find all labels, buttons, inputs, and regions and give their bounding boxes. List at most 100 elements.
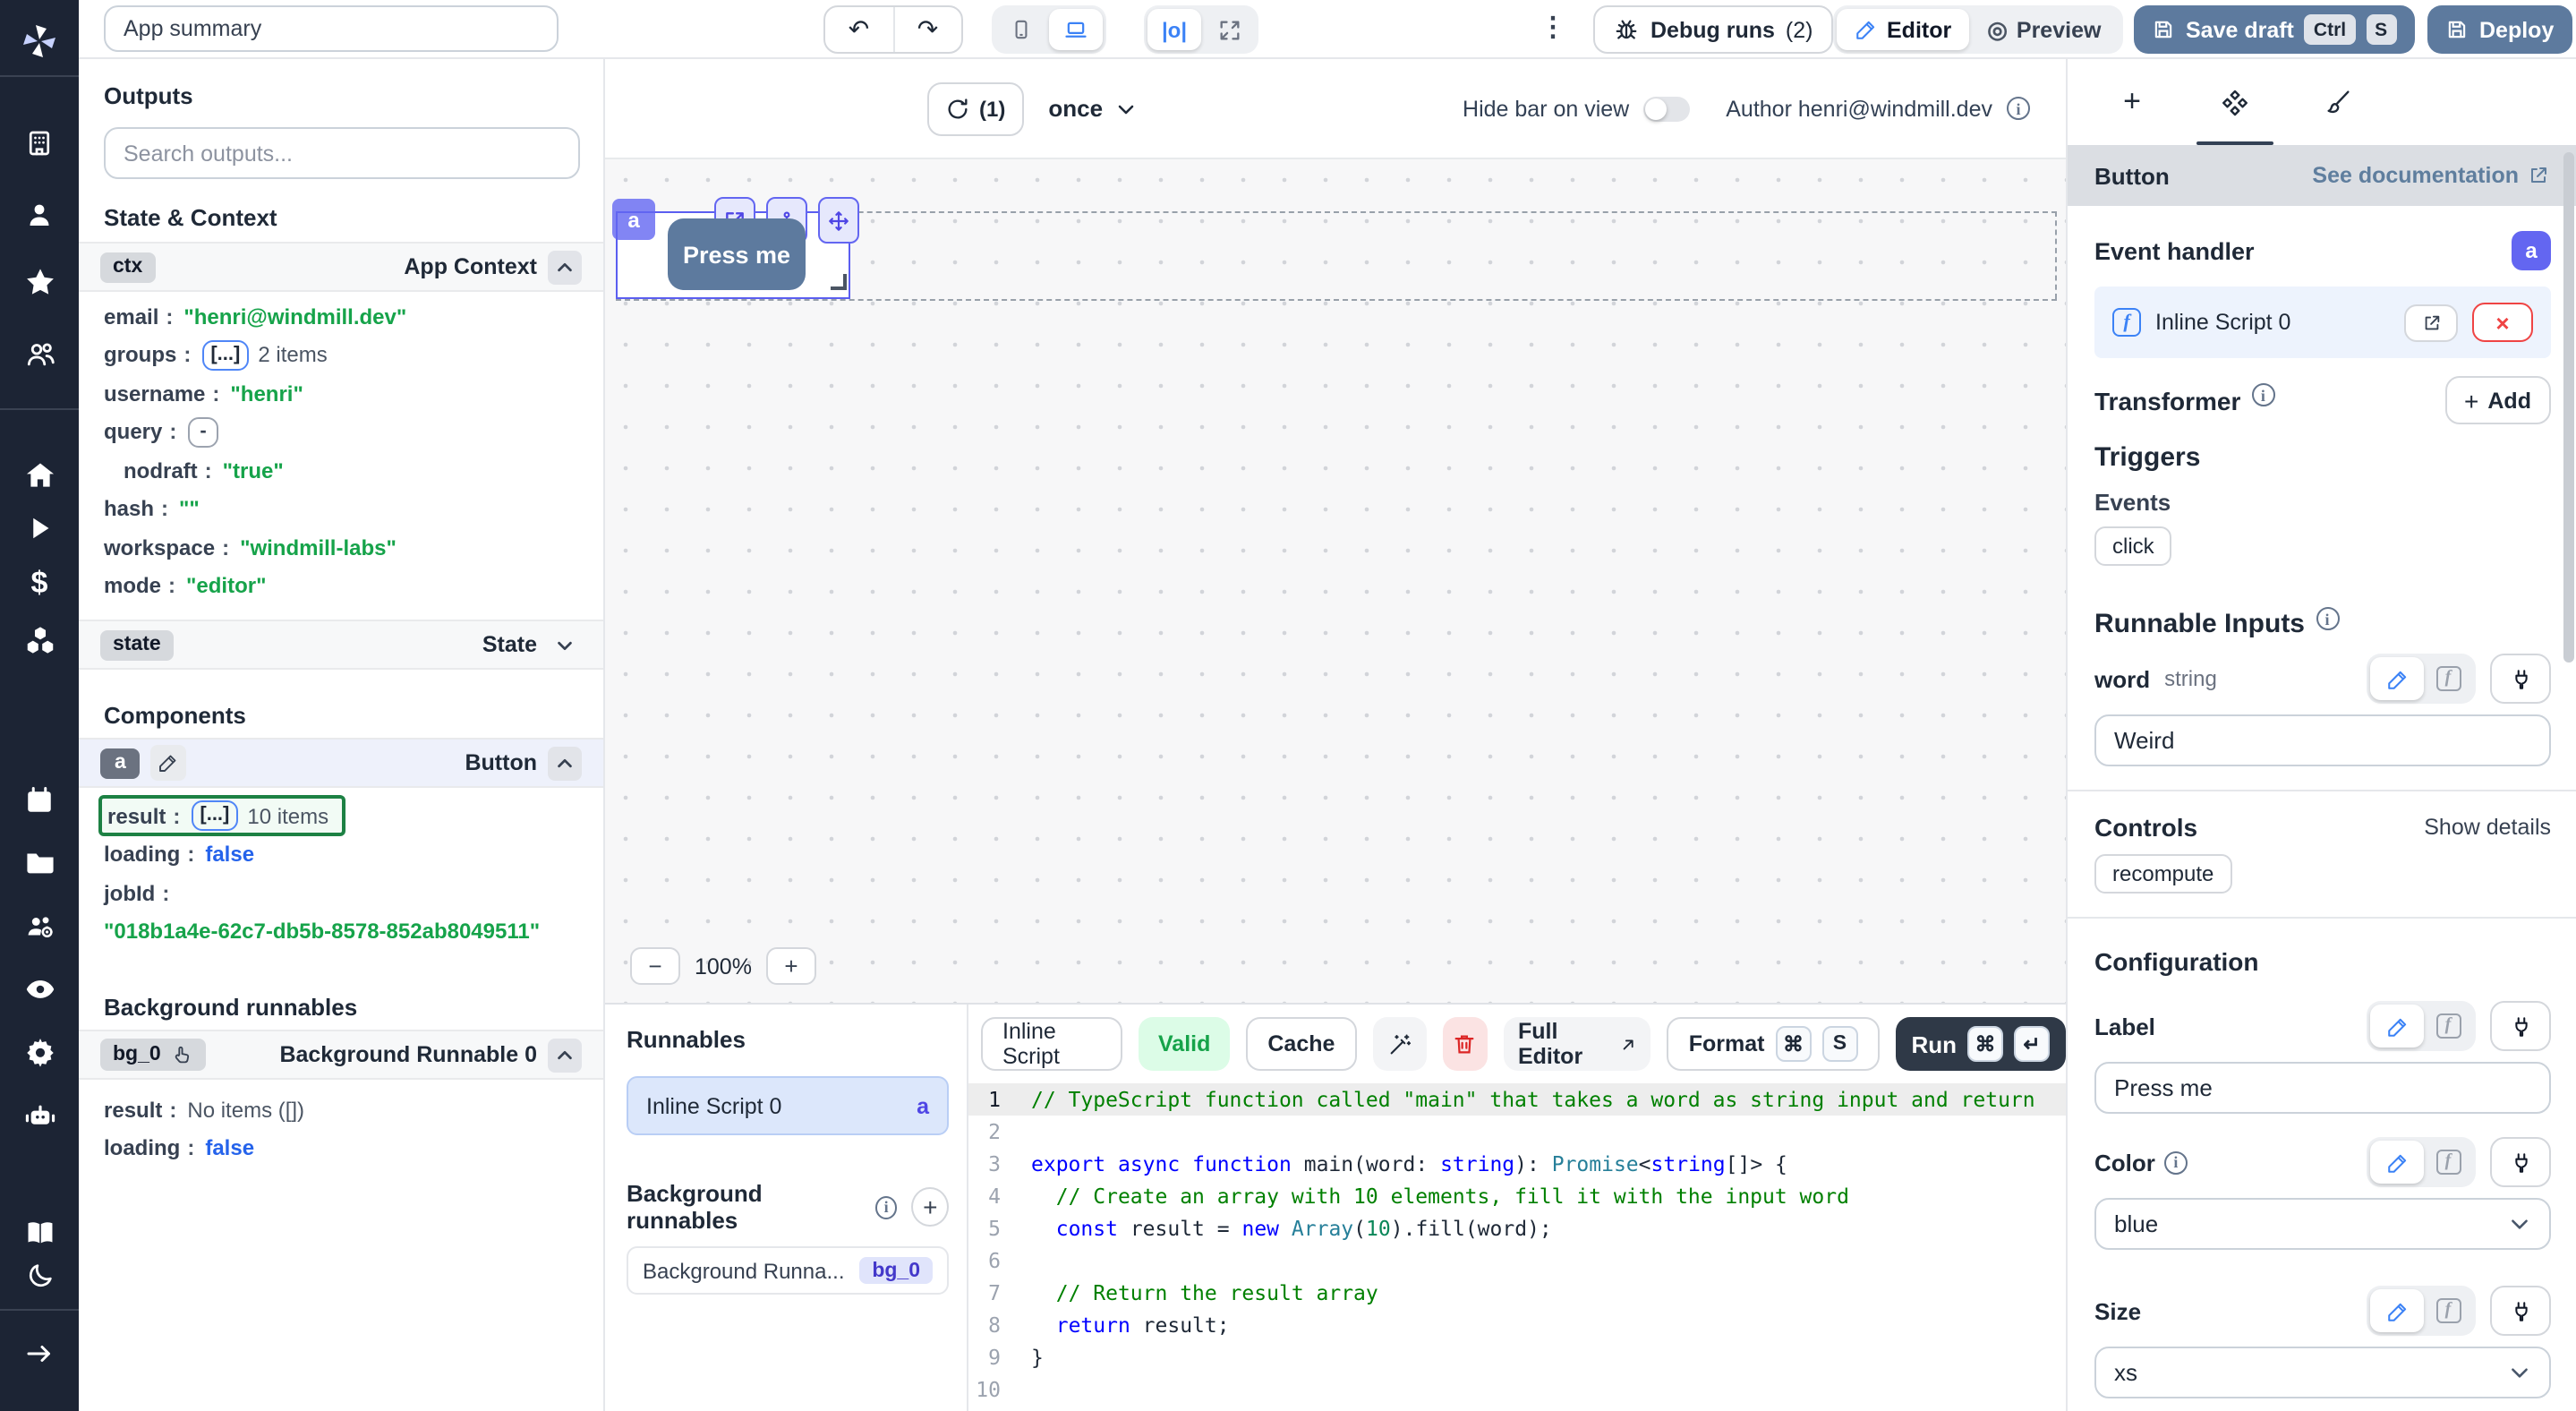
info-icon[interactable]: i — [2251, 383, 2274, 406]
color-select[interactable]: blue — [2094, 1198, 2551, 1250]
info-icon[interactable]: i — [2164, 1150, 2188, 1174]
open-script-button[interactable] — [2404, 304, 2458, 341]
panel-scrollbar[interactable] — [2563, 152, 2574, 663]
output-row[interactable]: loading:false — [104, 1129, 578, 1167]
static-input-pencil-button[interactable] — [2370, 1141, 2424, 1184]
show-details-link[interactable]: Show details — [2424, 815, 2551, 840]
move-handle-icon[interactable] — [818, 197, 859, 244]
state-section-row[interactable]: state State — [79, 620, 603, 670]
event-click-pill[interactable]: click — [2094, 526, 2172, 566]
desktop-view-button[interactable] — [1049, 9, 1103, 50]
sidebar-item-schedules-calendar-icon[interactable] — [0, 777, 79, 824]
windmill-logo-icon[interactable] — [0, 18, 79, 64]
run-button[interactable]: Run ⌘ ↵ — [1895, 1017, 2066, 1071]
search-outputs-input[interactable] — [104, 127, 580, 179]
javascript-input-button[interactable]: f — [2424, 1141, 2472, 1184]
cache-button[interactable]: Cache — [1246, 1017, 1356, 1071]
full-editor-button[interactable]: Full Editor — [1504, 1017, 1651, 1071]
output-row[interactable]: jobId: — [104, 874, 578, 912]
refresh-button[interactable]: (1) — [927, 81, 1023, 135]
connect-input-plug-button[interactable] — [2490, 1001, 2551, 1051]
sidebar-item-users-group-icon[interactable] — [0, 329, 79, 376]
size-select[interactable]: xs — [2094, 1347, 2551, 1398]
output-row-value[interactable]: "018b1a4e-62c7-db5b-8578-852ab8049511" — [104, 912, 578, 951]
word-value-input[interactable] — [2094, 714, 2551, 766]
sidebar-item-audit-eye-icon[interactable] — [0, 965, 79, 1012]
static-input-pencil-button[interactable] — [2370, 1289, 2424, 1332]
javascript-input-button[interactable]: f — [2424, 1005, 2472, 1048]
kebab-menu-icon[interactable]: ⋮ — [1540, 11, 1566, 47]
collapse-up-icon[interactable] — [548, 1038, 582, 1072]
tab-editor[interactable]: Editor — [1837, 9, 1969, 50]
tab-styling-brush-icon[interactable] — [2299, 59, 2377, 145]
format-button[interactable]: Format ⌘ S — [1668, 1017, 1880, 1071]
code-editor[interactable]: 12345678910 // TypeScript function calle… — [968, 1083, 2066, 1411]
tab-settings-components-icon[interactable] — [2195, 59, 2273, 145]
output-row[interactable]: workspace:"windmill-labs" — [104, 528, 578, 567]
ctx-section-row[interactable]: ctx App Context — [79, 242, 603, 292]
button-component[interactable]: Press me — [668, 218, 806, 290]
sidebar-item-runs-play-icon[interactable] — [0, 505, 79, 552]
static-input-pencil-button[interactable] — [2370, 657, 2424, 700]
debug-runs-button[interactable]: Debug runs(2) — [1593, 5, 1832, 54]
javascript-input-button[interactable]: f — [2424, 657, 2472, 700]
info-icon[interactable]: i — [875, 1195, 898, 1219]
sidebar-item-home-icon[interactable] — [0, 451, 79, 498]
ai-wand-button[interactable] — [1372, 1017, 1426, 1071]
mobile-view-button[interactable] — [995, 9, 1045, 50]
sidebar-item-folders-icon[interactable] — [0, 838, 79, 885]
resize-handle[interactable] — [831, 274, 847, 290]
align-center-button[interactable]: |o| — [1147, 9, 1201, 50]
component-a-section-row[interactable]: a Button — [79, 738, 603, 788]
output-row[interactable]: mode:"editor" — [104, 567, 578, 605]
sidebar-item-settings-gear-icon[interactable] — [0, 1028, 79, 1074]
redo-button[interactable]: ↷ — [892, 7, 961, 52]
app-summary-input[interactable] — [104, 5, 559, 52]
zoom-in-button[interactable]: + — [766, 947, 816, 985]
collapse-up-icon[interactable] — [548, 250, 582, 284]
bg0-section-row[interactable]: bg_0 Background Runnable 0 — [79, 1030, 603, 1080]
edit-id-pencil-icon[interactable] — [151, 745, 187, 781]
sidebar-expand-arrow-icon[interactable] — [0, 1330, 79, 1377]
deploy-button[interactable]: Deploy — [2427, 5, 2572, 54]
language-button[interactable]: Inline Script — [981, 1017, 1122, 1071]
output-row[interactable]: loading:false — [104, 835, 578, 874]
sidebar-item-ai-robot-icon[interactable] — [0, 1092, 79, 1139]
undo-button[interactable]: ↶ — [825, 7, 892, 52]
output-row[interactable]: groups:[...]2 items — [104, 336, 578, 374]
output-row[interactable]: query:- — [104, 413, 578, 451]
tab-insert-plus-icon[interactable]: + — [2093, 59, 2171, 145]
output-row[interactable]: hash:"" — [104, 490, 578, 528]
static-input-pencil-button[interactable] — [2370, 1005, 2424, 1048]
connect-input-plug-button[interactable] — [2490, 654, 2551, 704]
save-draft-button[interactable]: Save draft Ctrl S — [2134, 5, 2414, 54]
add-transformer-button[interactable]: +Add — [2444, 376, 2551, 424]
recompute-pill[interactable]: recompute — [2094, 854, 2231, 894]
event-handler-script-row[interactable]: f Inline Script 0 × — [2094, 286, 2551, 358]
output-row[interactable]: nodraft:"true" — [104, 451, 578, 490]
fullwidth-expand-icon[interactable] — [1205, 9, 1255, 50]
sidebar-item-user-icon[interactable] — [0, 192, 79, 238]
tab-preview[interactable]: ◎ Preview — [1969, 15, 2119, 44]
refresh-mode-dropdown[interactable]: once — [1048, 95, 1137, 122]
delete-script-button[interactable] — [1442, 1017, 1488, 1071]
sidebar-item-groups-admin-icon[interactable] — [0, 902, 79, 949]
output-row[interactable]: result:[...]10 items — [104, 797, 578, 835]
sidebar-item-docs-book-icon[interactable] — [0, 1209, 79, 1255]
add-background-runnable-button[interactable]: + — [911, 1187, 949, 1227]
output-row[interactable]: email:"henri@windmill.dev" — [104, 297, 578, 336]
zoom-out-button[interactable]: − — [630, 947, 680, 985]
output-row[interactable]: result:No items ([]) — [104, 1090, 578, 1129]
javascript-input-button[interactable]: f — [2424, 1289, 2472, 1332]
hide-bar-toggle[interactable] — [1643, 96, 1690, 121]
app-canvas[interactable]: a Press me − 100% + — [605, 159, 2066, 1003]
info-icon[interactable]: i — [2316, 607, 2339, 630]
connect-input-plug-button[interactable] — [2490, 1137, 2551, 1187]
remove-script-button[interactable]: × — [2472, 303, 2533, 342]
connect-input-plug-button[interactable] — [2490, 1286, 2551, 1336]
label-value-input[interactable] — [2094, 1062, 2551, 1114]
runnable-item-inline-script-0[interactable]: Inline Script 0 a — [627, 1076, 949, 1135]
output-row[interactable]: username:"henri" — [104, 374, 578, 413]
runnable-item-background-0[interactable]: Background Runna... bg_0 — [627, 1246, 949, 1295]
info-icon[interactable]: i — [2007, 97, 2030, 120]
